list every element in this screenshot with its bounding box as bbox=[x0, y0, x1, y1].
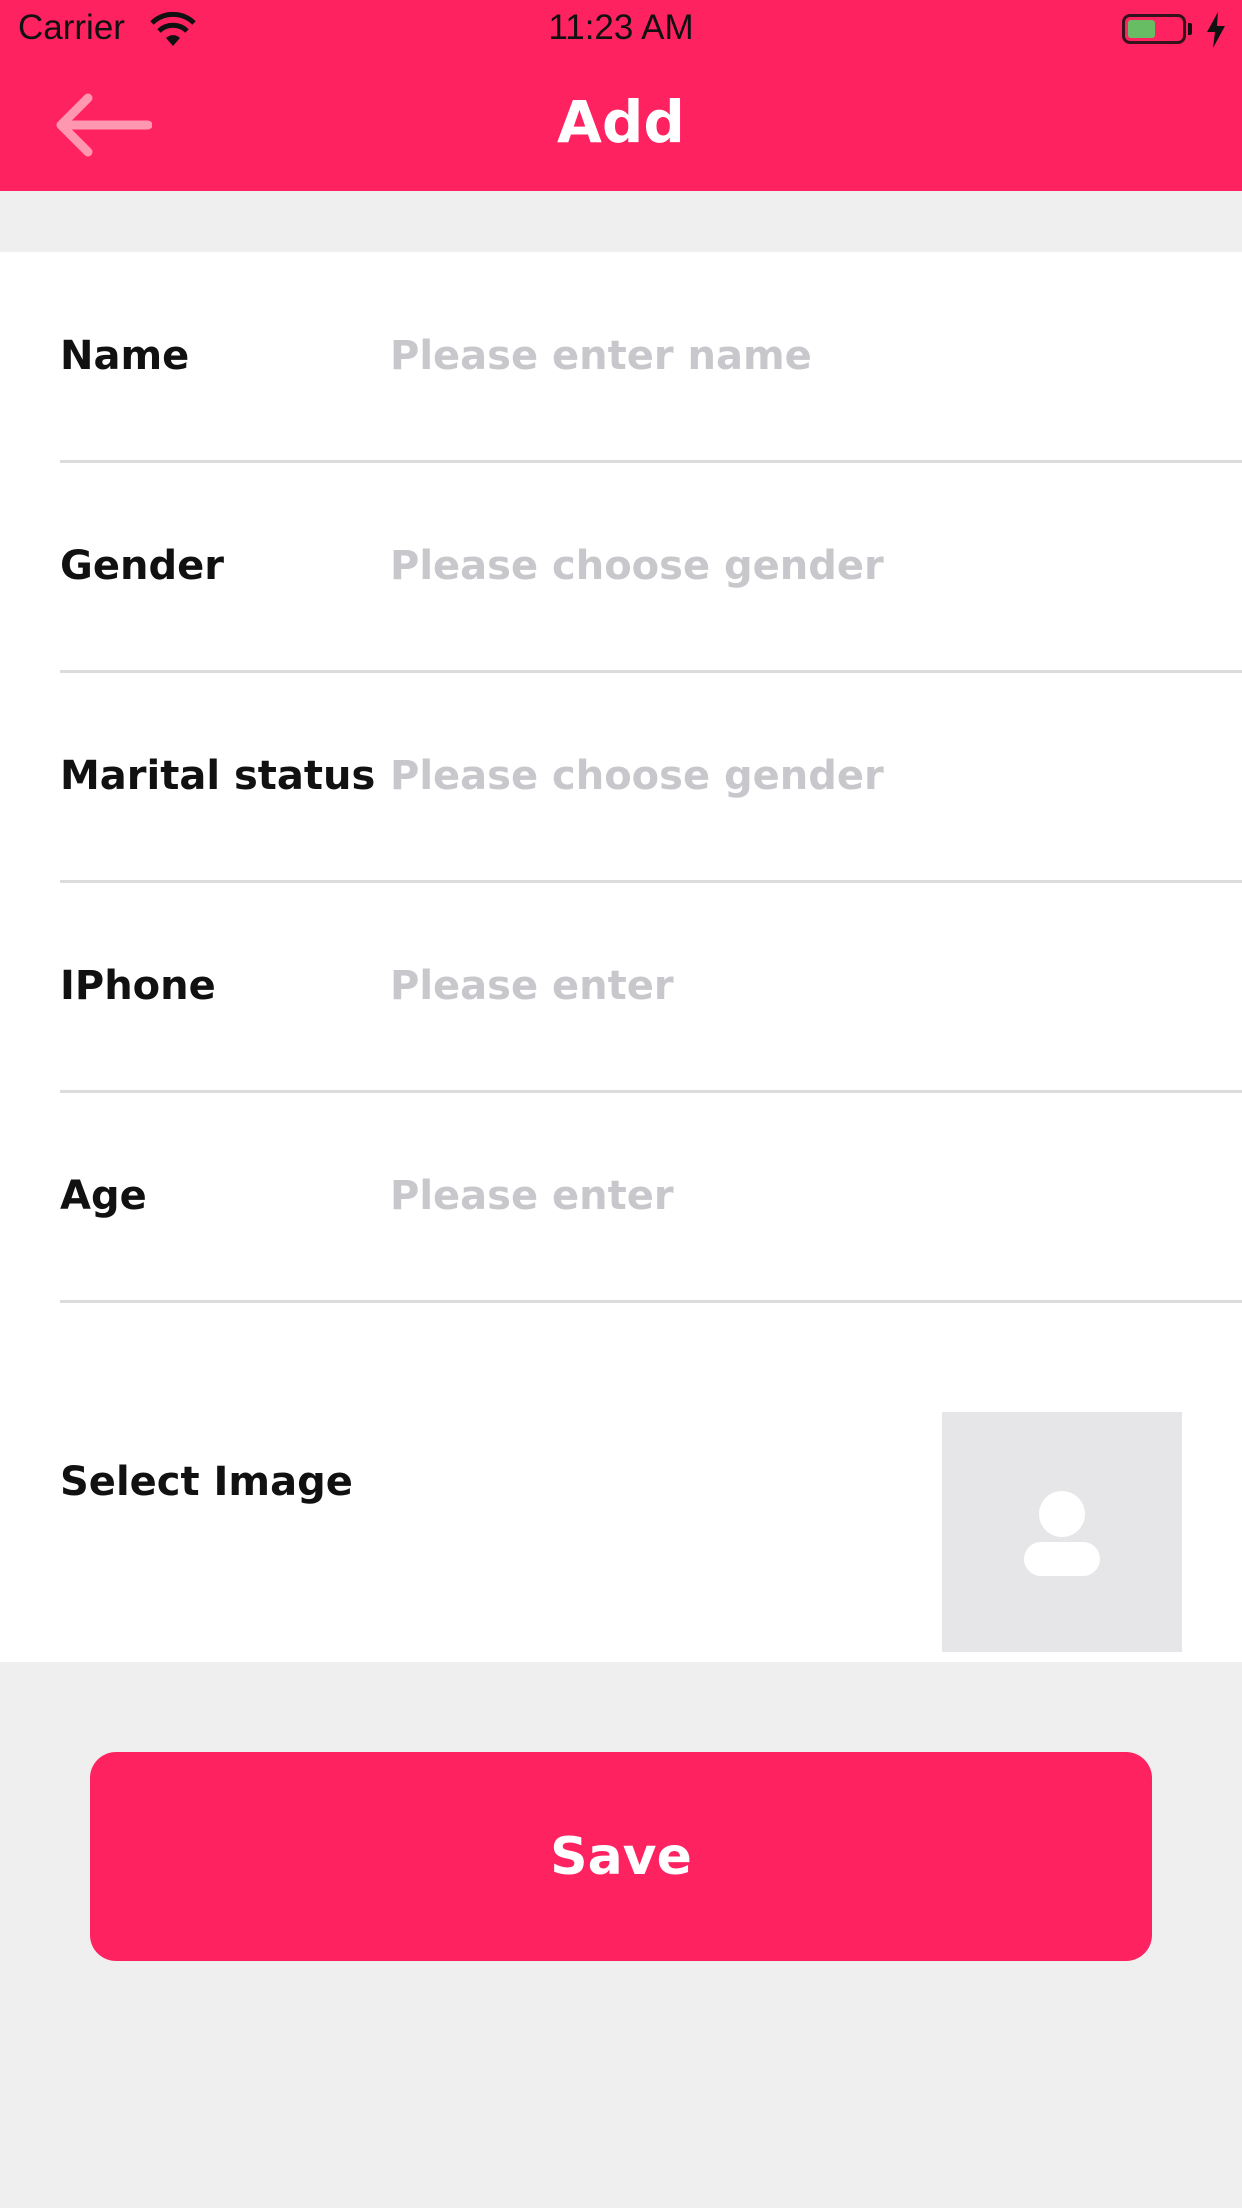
save-button[interactable]: Save bbox=[90, 1752, 1152, 1961]
page-title: Add bbox=[557, 88, 685, 156]
gender-select[interactable]: Please choose gender bbox=[390, 543, 884, 589]
marital-status-select[interactable]: Please choose gender bbox=[390, 753, 884, 799]
status-bar: Carrier 11:23 AM bbox=[0, 0, 1242, 62]
battery-level bbox=[1128, 20, 1155, 38]
age-row: Age Please enter bbox=[60, 1092, 1242, 1303]
battery-cap bbox=[1188, 23, 1192, 35]
add-form: Name Please enter name Gender Please cho… bbox=[0, 252, 1242, 1662]
gender-label: Gender bbox=[60, 543, 224, 589]
charging-bolt-icon bbox=[1207, 12, 1225, 48]
clock: 11:23 AM bbox=[548, 8, 694, 47]
navigation-bar: Add bbox=[0, 62, 1242, 191]
name-label: Name bbox=[60, 333, 190, 379]
marital-status-row: Marital status Please choose gender bbox=[60, 672, 1242, 883]
gender-row: Gender Please choose gender bbox=[60, 462, 1242, 673]
person-placeholder-icon bbox=[1024, 1491, 1100, 1576]
iphone-label: IPhone bbox=[60, 963, 216, 1009]
select-image-label: Select Image bbox=[60, 1459, 353, 1505]
select-image-row: Select Image bbox=[60, 1302, 1242, 1662]
image-picker[interactable] bbox=[942, 1412, 1182, 1652]
marital-status-label: Marital status bbox=[60, 753, 376, 799]
age-label: Age bbox=[60, 1173, 147, 1219]
age-input[interactable]: Please enter bbox=[390, 1173, 674, 1219]
battery-icon bbox=[1122, 14, 1186, 44]
name-input[interactable]: Please enter name bbox=[390, 333, 812, 379]
name-row: Name Please enter name bbox=[60, 252, 1242, 463]
iphone-input[interactable]: Please enter bbox=[390, 963, 674, 1009]
iphone-row: IPhone Please enter bbox=[60, 882, 1242, 1093]
